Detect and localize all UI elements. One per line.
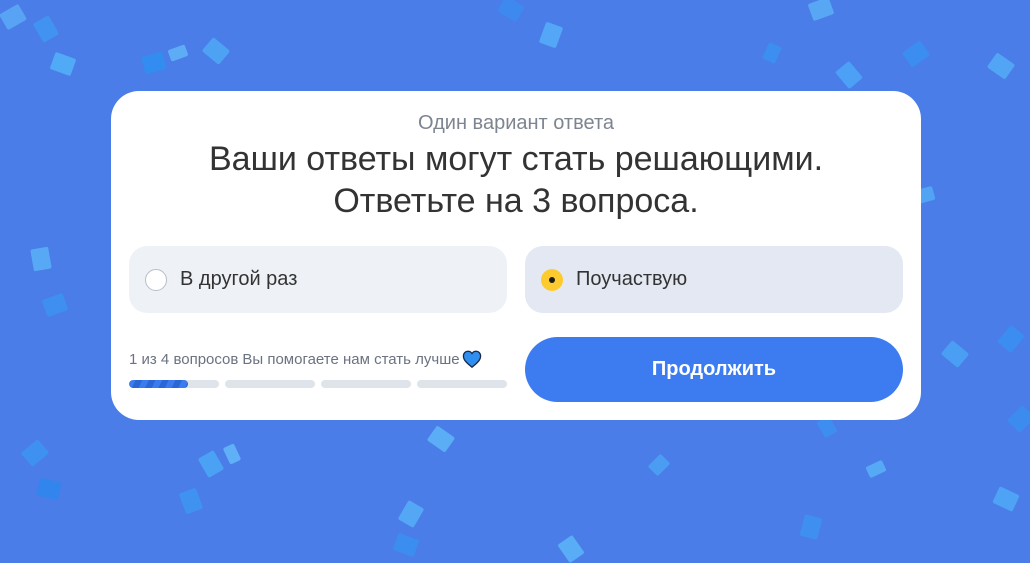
confetti-piece <box>392 532 420 558</box>
confetti-piece <box>538 21 564 49</box>
confetti-piece <box>41 292 69 318</box>
option-label: В другой раз <box>180 268 298 290</box>
survey-title-line1: Ваши ответы могут стать решающими. <box>208 140 824 178</box>
progress-segment-4 <box>417 380 507 388</box>
confetti-piece <box>222 443 242 465</box>
confetti-piece <box>997 324 1025 354</box>
confetti-piece <box>49 51 77 77</box>
progress-segment-2 <box>225 380 315 388</box>
confetti-piece <box>426 425 456 453</box>
progress-segment-3 <box>321 380 411 388</box>
confetti-piece <box>20 439 50 467</box>
confetti-piece <box>32 14 60 44</box>
confetti-piece <box>865 459 887 479</box>
confetti-piece <box>1006 404 1030 434</box>
progress-message: Вы помогаете нам стать лучше <box>242 350 460 368</box>
progress-segment-1 <box>129 380 219 388</box>
confetti-piece <box>0 3 28 31</box>
progress-counter: 1 из 4 вопросов <box>129 350 239 368</box>
confetti-piece <box>141 51 167 75</box>
survey-card: Один вариант ответа Ваши ответы могут ст… <box>111 91 921 420</box>
confetti-piece <box>835 60 863 90</box>
survey-title: Ваши ответы могут стать решающими. Ответ… <box>111 138 921 222</box>
confetti-piece <box>197 449 225 479</box>
confetti-piece <box>201 37 231 65</box>
confetti-piece <box>178 487 204 515</box>
progress-fill <box>129 380 188 388</box>
confetti-piece <box>647 453 671 477</box>
option-label: Поучаствую <box>576 268 688 290</box>
confetti-piece <box>36 477 62 501</box>
confetti-piece <box>496 0 526 23</box>
option-participate[interactable]: Поучаствую <box>525 246 903 313</box>
confetti-piece <box>799 514 823 540</box>
confetti-piece <box>986 52 1016 80</box>
continue-button[interactable]: Продолжить <box>525 337 903 402</box>
confetti-piece <box>761 41 783 65</box>
confetti-piece <box>557 534 585 563</box>
survey-title-line2: Ответьте на 3 вопроса. <box>333 182 699 220</box>
option-another-time[interactable]: В другой раз <box>129 246 507 313</box>
confetti-piece <box>167 44 189 62</box>
confetti-piece <box>30 246 52 272</box>
confetti-piece <box>940 340 970 368</box>
confetti-piece <box>992 486 1020 512</box>
confetti-piece <box>397 499 425 529</box>
radio-unselected-icon[interactable] <box>145 268 167 291</box>
confetti-piece <box>807 0 835 22</box>
blue-heart-icon <box>462 350 481 368</box>
progress-text: 1 из 4 вопросов Вы помогаете нам стать л… <box>129 350 482 368</box>
confetti-piece <box>901 40 931 68</box>
radio-selected-icon[interactable] <box>541 268 563 291</box>
question-type-label: Один вариант ответа <box>417 112 615 134</box>
